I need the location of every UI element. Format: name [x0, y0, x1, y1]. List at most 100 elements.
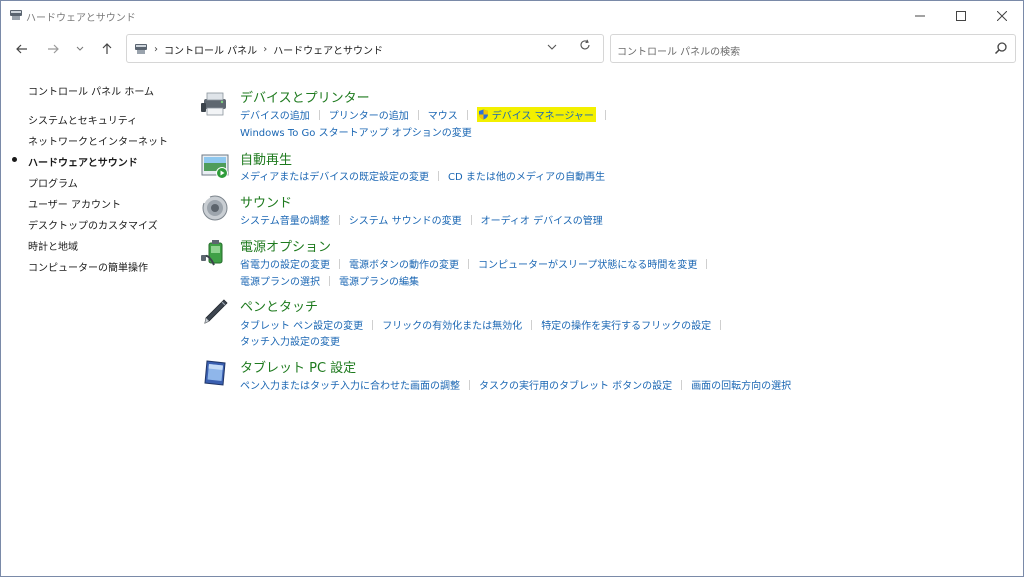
link-add-device[interactable]: デバイスの追加: [240, 107, 310, 122]
link-row: 電源プランの選択 電源プランの編集: [240, 273, 419, 288]
search-box[interactable]: コントロール パネルの検索: [610, 34, 1016, 63]
search-input[interactable]: コントロール パネルの検索: [617, 43, 740, 58]
power-options-icon[interactable]: [200, 237, 230, 267]
title-bar: ハードウェアとサウンド: [1, 1, 1023, 31]
chevron-down-icon: [76, 46, 84, 51]
autoplay-icon[interactable]: [200, 151, 230, 181]
arrow-left-icon: [16, 44, 27, 54]
link-mouse[interactable]: マウス: [428, 107, 458, 122]
close-icon: [997, 11, 1007, 21]
separator: [468, 258, 469, 269]
arrow-right-icon: [48, 44, 59, 54]
breadcrumb-item-control-panel[interactable]: コントロール パネル: [164, 42, 257, 57]
breadcrumb-separator-icon: ›: [263, 44, 268, 55]
section-title-pen-touch[interactable]: ペンとタッチ: [240, 296, 318, 315]
link-add-printer[interactable]: プリンターの追加: [329, 107, 409, 122]
link-row: メディアまたはデバイスの既定設定の変更 CD または他のメディアの自動再生: [240, 168, 605, 183]
maximize-icon: [956, 11, 966, 21]
section-title-autoplay[interactable]: 自動再生: [240, 149, 292, 168]
sidebar-item-system-security[interactable]: システムとセキュリティ: [28, 112, 137, 127]
separator: [681, 379, 683, 390]
back-button[interactable]: [10, 38, 34, 60]
control-panel-window: ハードウェアとサウンド › コントロール パネル › ハードウェアとサウンド コ…: [0, 0, 1024, 577]
separator: [372, 319, 374, 330]
link-row: Windows To Go スタートアップ オプションの変更: [240, 124, 472, 139]
separator: [706, 258, 708, 269]
close-button[interactable]: [979, 1, 1023, 31]
sidebar-item-programs[interactable]: プログラム: [28, 175, 78, 190]
link-device-manager[interactable]: デバイス マネージャー: [476, 107, 596, 122]
link-power-saving-settings[interactable]: 省電力の設定の変更: [240, 256, 330, 271]
sidebar-item-hardware-sound[interactable]: ハードウェアとサウンド: [28, 154, 138, 169]
sidebar-item-network-internet[interactable]: ネットワークとインターネット: [28, 133, 168, 148]
sidebar-item-clock-region[interactable]: 時計と地域: [28, 238, 78, 253]
separator: [338, 214, 340, 225]
link-tablet-pen-settings[interactable]: タブレット ペン設定の変更: [240, 317, 363, 332]
link-power-button-action[interactable]: 電源ボタンの動作の変更: [349, 256, 459, 271]
link-row: 省電力の設定の変更 電源ボタンの動作の変更 コンピューターがスリープ状態になる時…: [240, 256, 716, 271]
link-flicks-toggle[interactable]: フリックの有効化または無効化: [382, 317, 522, 332]
refresh-button[interactable]: [579, 39, 591, 55]
separator: [339, 258, 340, 269]
link-row: システム音量の調整 システム サウンドの変更 オーディオ デバイスの管理: [240, 212, 603, 227]
printer-icon[interactable]: [200, 89, 230, 119]
link-device-manager-label: デバイス マネージャー: [491, 111, 594, 122]
link-edit-power-plan[interactable]: 電源プランの編集: [339, 273, 419, 288]
link-row: デバイスの追加 プリンターの追加 マウス デバイス マネージャー: [240, 107, 615, 122]
separator: [470, 214, 472, 225]
separator: [604, 109, 606, 120]
navigation-bar: › コントロール パネル › ハードウェアとサウンド コントロール パネルの検索: [1, 31, 1023, 67]
minimize-icon: [915, 15, 925, 17]
separator: [531, 319, 533, 330]
section-title-devices-printers[interactable]: デバイスとプリンター: [240, 87, 370, 106]
link-flick-actions[interactable]: 特定の操作を実行するフリックの設定: [541, 317, 711, 332]
minimize-button[interactable]: [897, 1, 943, 31]
section-title-sound[interactable]: サウンド: [240, 192, 292, 211]
link-media-default-settings[interactable]: メディアまたはデバイスの既定設定の変更: [240, 168, 429, 183]
link-sleep-time[interactable]: コンピューターがスリープ状態になる時間を変更: [478, 256, 697, 271]
separator: [466, 109, 468, 120]
pen-icon[interactable]: [200, 297, 230, 327]
chevron-down-icon: [547, 44, 557, 50]
link-screen-rotation[interactable]: 画面の回転方向の選択: [691, 377, 791, 392]
refresh-icon: [580, 39, 590, 50]
shield-icon: [478, 109, 488, 120]
main-content: デバイスとプリンター デバイスの追加 プリンターの追加 マウス デバイス マネー…: [196, 81, 1016, 401]
breadcrumb-item-hardware-sound[interactable]: ハードウェアとサウンド: [273, 42, 383, 57]
link-cd-autoplay[interactable]: CD または他のメディアの自動再生: [448, 168, 605, 183]
link-row: タッチ入力設定の変更: [240, 333, 340, 348]
active-bullet-icon: [12, 157, 17, 162]
sidebar-item-ease-of-access[interactable]: コンピューターの簡単操作: [28, 259, 148, 274]
address-dropdown-button[interactable]: [547, 41, 557, 54]
forward-button[interactable]: [41, 38, 65, 60]
link-row: ペン入力またはタッチ入力に合わせた画面の調整 タスクの実行用のタブレット ボタン…: [240, 377, 791, 392]
link-adjust-system-volume[interactable]: システム音量の調整: [240, 212, 330, 227]
link-change-system-sounds[interactable]: システム サウンドの変更: [349, 212, 462, 227]
search-icon[interactable]: [994, 41, 1008, 55]
recent-locations-button[interactable]: [68, 38, 92, 60]
breadcrumb-separator-icon: ›: [154, 44, 158, 55]
section-title-tablet-pc-settings[interactable]: タブレット PC 設定: [240, 357, 356, 376]
hardware-sound-icon: [10, 10, 22, 20]
section-title-power-options[interactable]: 電源オプション: [240, 236, 331, 255]
sidebar-item-user-accounts[interactable]: ユーザー アカウント: [28, 196, 121, 211]
hardware-sound-icon: [135, 44, 147, 54]
sidebar-item-control-panel-home[interactable]: コントロール パネル ホーム: [28, 83, 154, 98]
separator: [720, 319, 722, 330]
link-tablet-buttons[interactable]: タスクの実行用のタブレット ボタンの設定: [479, 377, 672, 392]
arrow-up-icon: [102, 43, 112, 54]
separator: [469, 379, 470, 390]
up-button[interactable]: [95, 38, 119, 60]
link-choose-power-plan[interactable]: 電源プランの選択: [240, 273, 320, 288]
address-bar[interactable]: › コントロール パネル › ハードウェアとサウンド: [126, 34, 604, 63]
link-windows-to-go[interactable]: Windows To Go スタートアップ オプションの変更: [240, 124, 472, 139]
sidebar-item-desktop-customization[interactable]: デスクトップのカスタマイズ: [28, 217, 158, 232]
link-calibrate-screen[interactable]: ペン入力またはタッチ入力に合わせた画面の調整: [240, 377, 460, 392]
sidebar: コントロール パネル ホーム システムとセキュリティ ネットワークとインターネッ…: [1, 67, 181, 367]
link-manage-audio-devices[interactable]: オーディオ デバイスの管理: [481, 212, 603, 227]
speaker-icon[interactable]: [200, 193, 230, 223]
breadcrumb: › コントロール パネル › ハードウェアとサウンド: [154, 42, 383, 57]
maximize-button[interactable]: [938, 1, 984, 31]
link-touch-input-settings[interactable]: タッチ入力設定の変更: [240, 333, 340, 348]
tablet-icon[interactable]: [200, 357, 230, 387]
